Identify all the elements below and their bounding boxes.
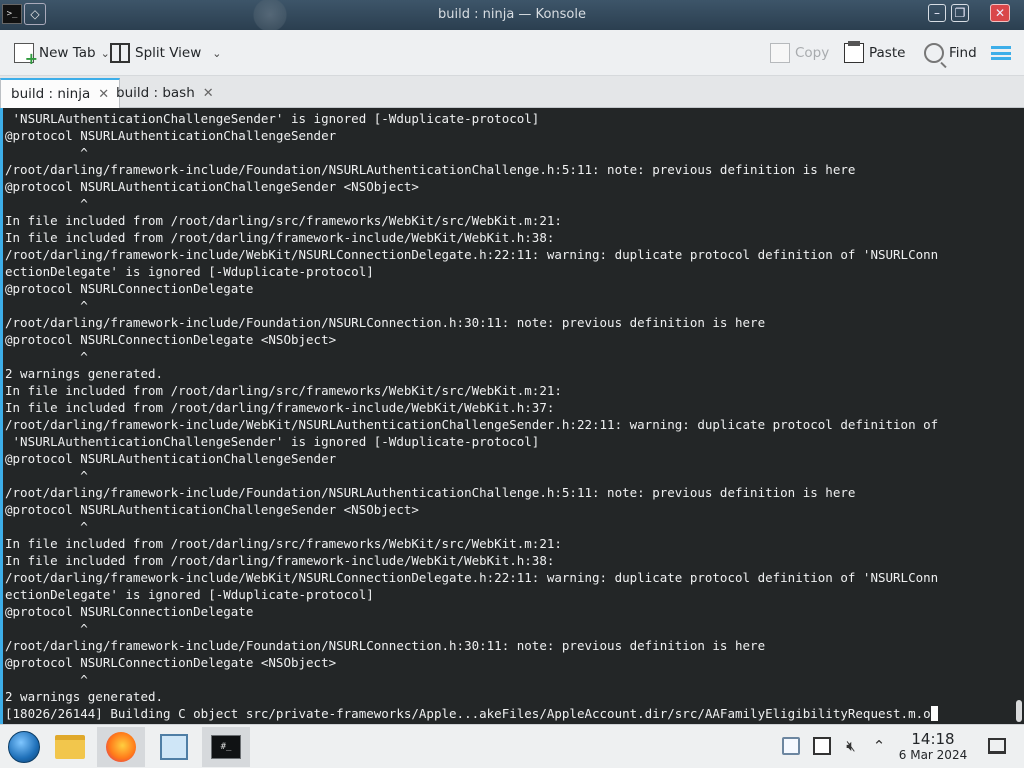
terminal-scrollbar[interactable] [1013, 108, 1024, 724]
minimize-icon[interactable]: – [928, 4, 946, 22]
split-view-button[interactable]: Split View ⌄ [110, 41, 221, 65]
terminal-line: @protocol NSURLAuthenticationChallengeSe… [5, 451, 337, 466]
task-file-manager[interactable] [46, 727, 94, 767]
task-konsole[interactable]: #_ [202, 727, 250, 767]
terminal-line: @protocol NSURLConnectionDelegate <NSObj… [5, 655, 337, 670]
terminal-line: ^ [5, 145, 88, 160]
notes-icon[interactable] [813, 737, 831, 755]
paste-button[interactable]: Paste [844, 41, 905, 65]
terminal-line: In file included from /root/darling/fram… [5, 400, 555, 415]
chevron-down-icon: ⌄ [100, 46, 110, 60]
terminal-line: ^ [5, 349, 88, 364]
tab-label: build : ninja [11, 86, 91, 102]
terminal-line: ^ [5, 672, 88, 687]
start-menu-icon [8, 731, 40, 763]
task-firefox[interactable] [97, 727, 145, 767]
find-label: Find [949, 45, 977, 61]
close-icon[interactable]: ✕ [990, 4, 1010, 22]
tab-label: build : bash [116, 85, 195, 101]
konsole-icon: #_ [211, 735, 241, 759]
copy-button[interactable]: Copy [770, 41, 829, 65]
show-desktop-icon[interactable] [988, 738, 1006, 754]
clock-date: 6 Mar 2024 [898, 748, 968, 762]
terminal-line: /root/darling/framework-include/Foundati… [5, 162, 856, 177]
terminal-status-line: [18026/26144] Building C object src/priv… [5, 705, 1013, 722]
terminal-line: @protocol NSURLConnectionDelegate [5, 604, 254, 619]
volume-muted-icon[interactable]: 🔇︎ [842, 737, 860, 755]
clipboard-icon[interactable] [782, 737, 800, 755]
firefox-icon [106, 732, 136, 762]
terminal-view[interactable]: 'NSURLAuthenticationChallengeSender' is … [0, 108, 1024, 724]
new-tab-button[interactable]: New Tab ⌄ [14, 41, 110, 68]
new-tab-icon [14, 43, 38, 68]
taskbar: #_ 🔇︎ ⌃ 14:18 6 Mar 2024 [0, 724, 1024, 768]
terminal-line: @protocol NSURLConnectionDelegate <NSObj… [5, 332, 337, 347]
terminal-line: ectionDelegate' is ignored [-Wduplicate-… [5, 264, 374, 279]
terminal-line: /root/darling/framework-include/WebKit/N… [5, 247, 939, 262]
window-titlebar[interactable]: >_ ◇ build : ninja — Konsole – ❐ ✕ [0, 0, 1024, 30]
terminal-line: @protocol NSURLAuthenticationChallengeSe… [5, 128, 337, 143]
terminal-line: /root/darling/framework-include/Foundati… [5, 315, 766, 330]
paste-icon [844, 41, 864, 63]
chevron-up-icon[interactable]: ⌃ [870, 737, 888, 755]
paste-label: Paste [869, 45, 906, 61]
terminal-line: ^ [5, 298, 88, 313]
text-cursor [930, 706, 939, 721]
terminal-line: ^ [5, 468, 88, 483]
maximize-icon[interactable]: ❐ [951, 4, 969, 22]
toolbar: New Tab ⌄ Split View ⌄ Copy Paste Find [0, 30, 1024, 76]
terminal-line: /root/darling/framework-include/WebKit/N… [5, 570, 939, 585]
terminal-line: 'NSURLAuthenticationChallengeSender' is … [5, 434, 540, 449]
terminal-line: ^ [5, 519, 88, 534]
clock-time: 14:18 [911, 730, 955, 748]
copy-label: Copy [795, 45, 830, 61]
terminal-line: 2 warnings generated. [5, 366, 164, 381]
window-title: build : ninja — Konsole [438, 7, 586, 22]
terminal-output[interactable]: 'NSURLAuthenticationChallengeSender' is … [5, 110, 1013, 722]
tab-build-ninja[interactable]: build : ninja ✕ [0, 78, 121, 108]
scrollbar-thumb[interactable] [1016, 700, 1022, 722]
terminal-line: In file included from /root/darling/src/… [5, 383, 562, 398]
terminal-line: 'NSURLAuthenticationChallengeSender' is … [5, 111, 540, 126]
terminal-line: ^ [5, 621, 88, 636]
terminal-line: @protocol NSURLAuthenticationChallengeSe… [5, 502, 419, 517]
terminal-line: In file included from /root/darling/fram… [5, 553, 555, 568]
terminal-line: /root/darling/framework-include/Foundati… [5, 485, 856, 500]
split-view-icon [110, 43, 130, 63]
copy-icon [770, 43, 790, 63]
task-system-monitor[interactable] [150, 727, 198, 767]
terminal-line: /root/darling/framework-include/WebKit/N… [5, 417, 939, 432]
terminal-line: /root/darling/framework-include/Foundati… [5, 638, 766, 653]
system-monitor-icon [160, 734, 188, 760]
close-tab-icon[interactable]: ✕ [203, 86, 214, 101]
terminal-line: 2 warnings generated. [5, 689, 164, 704]
chevron-down-icon: ⌄ [212, 46, 222, 60]
search-icon [924, 43, 944, 63]
new-tab-label: New Tab [39, 45, 96, 61]
tab-build-bash[interactable]: build : bash ✕ [106, 78, 224, 108]
terminal-line: In file included from /root/darling/src/… [5, 536, 562, 551]
tab-bar: build : ninja ✕ build : bash ✕ [0, 76, 1024, 108]
terminal-line: ectionDelegate' is ignored [-Wduplicate-… [5, 587, 374, 602]
build-progress-text: [18026/26144] Building C object src/priv… [5, 706, 931, 721]
terminal-line: In file included from /root/darling/src/… [5, 213, 562, 228]
terminal-line: @protocol NSURLConnectionDelegate [5, 281, 254, 296]
find-button[interactable]: Find [924, 41, 977, 65]
hamburger-menu-icon[interactable] [991, 46, 1011, 60]
split-view-label: Split View [135, 45, 202, 61]
folder-icon [55, 735, 85, 759]
application-launcher[interactable] [0, 727, 48, 767]
clock[interactable]: 14:18 6 Mar 2024 [893, 731, 973, 763]
terminal-line: ^ [5, 196, 88, 211]
terminal-line: In file included from /root/darling/fram… [5, 230, 555, 245]
terminal-line: @protocol NSURLAuthenticationChallengeSe… [5, 179, 419, 194]
